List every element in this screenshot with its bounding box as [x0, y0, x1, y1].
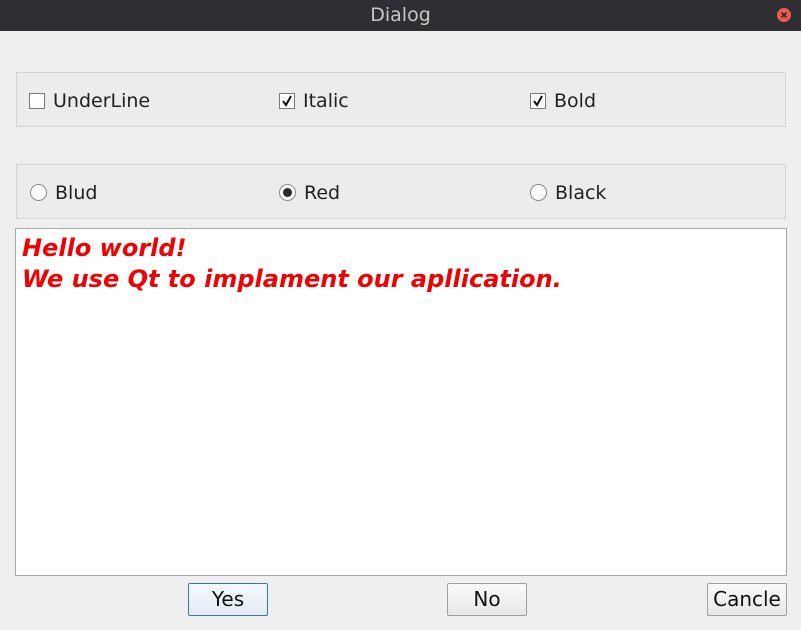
- black-radio[interactable]: [530, 184, 547, 201]
- italic-checkbox-option[interactable]: Italic: [279, 73, 349, 128]
- bold-checkbox[interactable]: [530, 92, 546, 109]
- radio-selected-dot: [283, 188, 292, 197]
- bold-checkbox-option[interactable]: Bold: [530, 73, 596, 128]
- close-icon: [780, 11, 788, 19]
- text-editor[interactable]: Hello world! We use Qt to implament our …: [15, 228, 787, 576]
- bold-label: Bold: [554, 89, 596, 112]
- font-style-group: UnderLine Italic Bold: [16, 72, 786, 127]
- red-label: Red: [304, 181, 341, 204]
- underline-checkbox[interactable]: [29, 92, 45, 109]
- underline-checkbox-option[interactable]: UnderLine: [29, 73, 150, 128]
- no-button[interactable]: No: [447, 583, 527, 616]
- title-bar: Dialog: [0, 0, 801, 31]
- editor-content[interactable]: Hello world! We use Qt to implament our …: [22, 233, 562, 295]
- black-label: Black: [555, 181, 607, 204]
- red-radio[interactable]: [279, 184, 296, 201]
- italic-label: Italic: [303, 89, 349, 112]
- underline-label: UnderLine: [53, 89, 151, 112]
- check-icon: [282, 95, 292, 107]
- blue-label: Blud: [55, 181, 98, 204]
- black-radio-option[interactable]: Black: [530, 165, 606, 220]
- blue-radio-option[interactable]: Blud: [30, 165, 97, 220]
- window-title: Dialog: [370, 4, 431, 26]
- yes-button[interactable]: Yes: [188, 583, 268, 616]
- red-radio-option[interactable]: Red: [279, 165, 340, 220]
- text-color-group: Blud Red Black: [16, 164, 786, 219]
- blue-radio[interactable]: [30, 184, 47, 201]
- check-icon: [533, 95, 543, 107]
- cancel-button[interactable]: Cancle: [707, 583, 787, 616]
- italic-checkbox[interactable]: [279, 92, 295, 109]
- close-button[interactable]: [777, 8, 791, 22]
